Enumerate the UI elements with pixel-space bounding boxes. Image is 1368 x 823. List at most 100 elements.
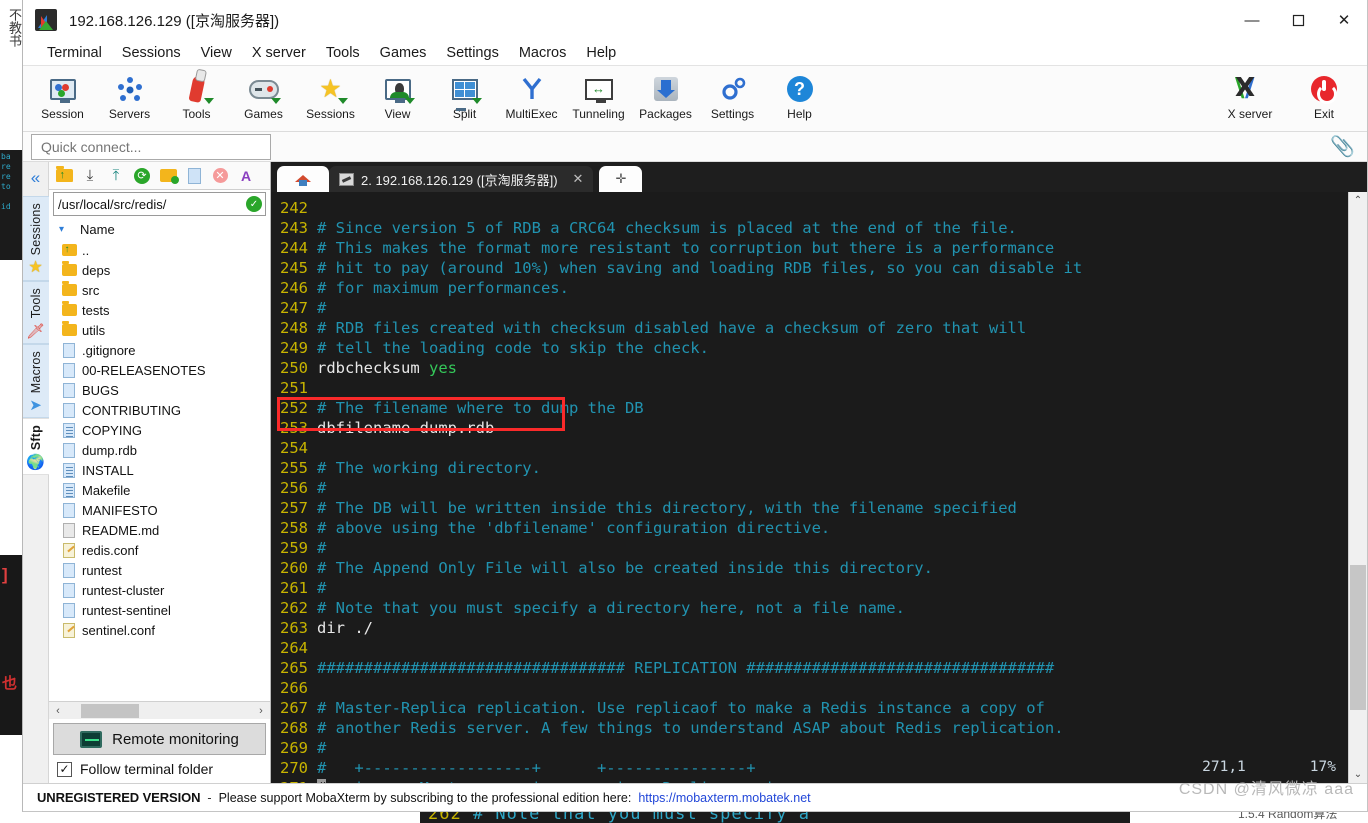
file-browser-column-header[interactable]: ▾ Name bbox=[49, 218, 270, 240]
text-mode-icon[interactable]: A bbox=[237, 167, 255, 185]
list-item[interactable]: utils bbox=[59, 320, 270, 340]
close-button[interactable]: ✕ bbox=[1321, 0, 1367, 40]
scrollbar-track[interactable] bbox=[1349, 209, 1368, 766]
list-item[interactable]: runtest bbox=[59, 560, 270, 580]
list-item[interactable]: CONTRIBUTING bbox=[59, 400, 270, 420]
list-item[interactable]: BUGS bbox=[59, 380, 270, 400]
scroll-up-arrow-icon[interactable]: ⌃ bbox=[1354, 192, 1362, 209]
menu-sessions[interactable]: Sessions bbox=[112, 43, 191, 63]
upload-icon[interactable]: ⤒ bbox=[107, 167, 125, 185]
scrollbar-thumb[interactable] bbox=[81, 703, 139, 718]
line-number: 246 bbox=[280, 279, 308, 297]
updir-folder-icon: ↑ bbox=[59, 244, 79, 256]
menu-settings[interactable]: Settings bbox=[436, 43, 508, 63]
file-icon bbox=[59, 582, 79, 598]
list-item[interactable]: tests bbox=[59, 300, 270, 320]
tab-home[interactable] bbox=[277, 166, 329, 192]
toolbar-button-split[interactable]: Split bbox=[431, 69, 498, 121]
menu-view[interactable]: View bbox=[191, 43, 242, 63]
download-icon[interactable]: ⤓ bbox=[81, 167, 99, 185]
toolbar-button-sessions[interactable]: ★ Sessions bbox=[297, 69, 364, 121]
quick-connect-input[interactable] bbox=[31, 134, 271, 160]
list-item[interactable]: runtest-cluster bbox=[59, 580, 270, 600]
markdown-file-icon bbox=[59, 522, 79, 538]
exit-power-icon bbox=[1306, 72, 1342, 106]
list-item[interactable]: ↑.. bbox=[59, 240, 270, 260]
quick-connect-row: 📎 bbox=[23, 132, 1367, 162]
list-item[interactable]: dump.rdb bbox=[59, 440, 270, 460]
toolbar-label-tools: Tools bbox=[182, 107, 211, 121]
menu-help[interactable]: Help bbox=[576, 43, 626, 63]
follow-terminal-folder-row[interactable]: ✓ Follow terminal folder bbox=[49, 755, 270, 783]
list-item[interactable]: COPYING bbox=[59, 420, 270, 440]
toolbar-button-games[interactable]: Games bbox=[230, 69, 297, 121]
line-text: # bbox=[317, 739, 327, 757]
toolbar-button-exit[interactable]: Exit bbox=[1287, 69, 1361, 121]
terminal-scrollbar[interactable]: ⌃ ⌄ bbox=[1348, 192, 1367, 783]
new-tab-button[interactable]: ✛ bbox=[599, 166, 643, 192]
list-item[interactable]: .gitignore bbox=[59, 340, 270, 360]
list-item[interactable]: 00-RELEASENOTES bbox=[59, 360, 270, 380]
rail-tab-macros[interactable]: Macros ➤ bbox=[23, 343, 49, 418]
unregistered-label: UNREGISTERED VERSION bbox=[37, 790, 201, 805]
toolbar-button-view[interactable]: View bbox=[364, 69, 431, 121]
close-icon[interactable]: ✕ bbox=[573, 171, 584, 187]
new-folder-icon[interactable] bbox=[159, 167, 179, 185]
scroll-down-arrow-icon[interactable]: ⌄ bbox=[1354, 766, 1362, 783]
toolbar-button-tools[interactable]: Tools bbox=[163, 69, 230, 121]
menu-tools[interactable]: Tools bbox=[316, 43, 370, 63]
menu-macros[interactable]: Macros bbox=[509, 43, 577, 63]
toolbar-button-help[interactable]: ? Help bbox=[766, 69, 833, 121]
list-item[interactable]: runtest-sentinel bbox=[59, 600, 270, 620]
follow-terminal-checkbox[interactable]: ✓ bbox=[57, 761, 72, 777]
refresh-icon[interactable]: ⟳ bbox=[133, 167, 151, 185]
file-browser-horizontal-scrollbar[interactable]: ‹ › bbox=[49, 701, 270, 719]
list-item[interactable]: Makefile bbox=[59, 480, 270, 500]
mobaxterm-website-link[interactable]: https://mobaxterm.mobatek.net bbox=[638, 791, 810, 805]
paperclip-icon[interactable]: 📎 bbox=[1330, 134, 1355, 159]
home-icon bbox=[295, 172, 311, 186]
minimize-button[interactable]: — bbox=[1229, 0, 1275, 40]
toolbar-button-multiexec[interactable]: MultiExec bbox=[498, 69, 565, 121]
toolbar-label-games: Games bbox=[244, 107, 283, 121]
scroll-right-arrow-icon[interactable]: › bbox=[254, 705, 268, 717]
scrollbar-thumb[interactable] bbox=[1349, 565, 1366, 711]
toolbar-button-settings[interactable]: Settings bbox=[699, 69, 766, 121]
folder-up-icon[interactable]: ↑ bbox=[55, 166, 73, 185]
terminal-line: 267 # Master-Replica replication. Use rep… bbox=[271, 698, 1348, 718]
remote-monitoring-button[interactable]: Remote monitoring bbox=[53, 723, 266, 755]
rail-tab-sftp[interactable]: Sftp 🌍 bbox=[23, 417, 49, 475]
list-item[interactable]: redis.conf bbox=[59, 540, 270, 560]
new-file-icon[interactable] bbox=[185, 167, 203, 185]
maximize-button[interactable] bbox=[1275, 0, 1321, 40]
list-item[interactable]: sentinel.conf bbox=[59, 620, 270, 640]
rail-tab-tools[interactable]: Tools 🗡 bbox=[23, 281, 49, 344]
list-item[interactable]: README.md bbox=[59, 520, 270, 540]
menu-games[interactable]: Games bbox=[370, 43, 437, 63]
star-icon: ★ bbox=[28, 259, 43, 277]
toolbar-button-packages[interactable]: Packages bbox=[632, 69, 699, 121]
file-browser-path-field[interactable]: /usr/local/src/redis/ ✓ bbox=[53, 192, 266, 216]
terminal-output[interactable]: 242 243 # Since version 5 of RDB a CRC64 … bbox=[271, 192, 1348, 783]
toolbar-button-x-server[interactable]: \ / X X server bbox=[1213, 69, 1287, 121]
delete-icon[interactable]: ✕ bbox=[211, 167, 229, 185]
list-item[interactable]: INSTALL bbox=[59, 460, 270, 480]
menu-x-server[interactable]: X server bbox=[242, 43, 316, 63]
menu-terminal[interactable]: Terminal bbox=[37, 43, 112, 63]
collapse-sidebar-button[interactable]: « bbox=[31, 168, 40, 188]
terminal-line: 258 # above using the 'dbfilename' config… bbox=[271, 518, 1348, 538]
tab-session[interactable]: 2. 192.168.126.129 ([京淘服务器]) ✕ bbox=[329, 166, 594, 192]
list-item[interactable]: deps bbox=[59, 260, 270, 280]
line-text: | Master | ---> | Replica | bbox=[326, 779, 774, 783]
toolbar-button-servers[interactable]: Servers bbox=[96, 69, 163, 121]
scroll-left-arrow-icon[interactable]: ‹ bbox=[51, 705, 65, 717]
toolbar-button-tunneling[interactable]: ↔ Tunneling bbox=[565, 69, 632, 121]
packages-download-icon bbox=[648, 72, 684, 106]
line-number: 245 bbox=[280, 259, 308, 277]
toolbar-button-session[interactable]: Session bbox=[29, 69, 96, 121]
list-item[interactable]: src bbox=[59, 280, 270, 300]
terminal-line-highlighted: 253 dbfilename dump.rdb bbox=[271, 418, 1348, 438]
rail-tab-sessions[interactable]: Sessions ★ bbox=[23, 196, 49, 282]
terminal-line: 265 ################################# REP… bbox=[271, 658, 1348, 678]
list-item[interactable]: MANIFESTO bbox=[59, 500, 270, 520]
